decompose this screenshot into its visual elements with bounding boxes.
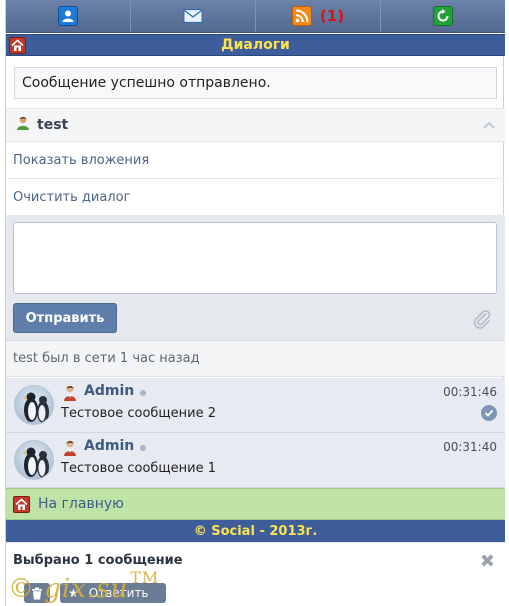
avatar — [14, 385, 54, 425]
online-dot-icon — [140, 445, 146, 451]
close-icon[interactable]: ✖ — [480, 551, 495, 572]
online-dot-icon — [140, 390, 146, 396]
footer-copyright: © Social - 2013г. — [6, 520, 505, 542]
profile-icon — [58, 6, 78, 26]
dialog-username: test — [37, 117, 69, 133]
nav-refresh-button[interactable] — [381, 0, 505, 32]
page: (1) Диалоги Сообщение успешно отправлено… — [5, 0, 505, 606]
send-button[interactable]: Отправить — [13, 303, 117, 333]
message-text: Тестовое сообщение 2 — [61, 406, 217, 421]
message-composer: Отправить — [6, 216, 505, 341]
online-status: test был в сети 1 час назад — [6, 341, 505, 377]
clear-dialog-link[interactable]: Очистить диалог — [6, 179, 505, 216]
message-item[interactable]: Admin 00:31:40 Тестовое сообщение 1 — [6, 433, 505, 488]
watermark-text: © gix.su — [8, 574, 129, 604]
success-notice: Сообщение успешно отправлено. — [14, 67, 497, 99]
admin-user-icon — [62, 439, 78, 461]
watermark-logo: © gix.su TM — [8, 568, 159, 604]
page-title: Диалоги — [221, 37, 290, 53]
top-navigation: (1) — [6, 0, 505, 33]
message-author[interactable]: Admin — [84, 438, 134, 454]
nav-mail-button[interactable] — [131, 0, 256, 32]
mail-icon — [183, 6, 203, 26]
home-link-label: На главную — [38, 496, 124, 512]
selection-count: Выбрано 1 сообщение — [13, 553, 183, 568]
title-bar: Диалоги — [6, 34, 505, 56]
show-attachments-link[interactable]: Показать вложения — [6, 142, 505, 179]
home-link[interactable]: На главную — [6, 488, 505, 520]
collapse-chevron-icon[interactable] — [482, 118, 496, 134]
home-icon — [13, 495, 30, 513]
user-icon — [15, 115, 31, 135]
dialog-user-row[interactable]: test — [6, 108, 505, 142]
refresh-icon — [433, 6, 453, 26]
avatar — [14, 440, 54, 480]
selected-check-icon[interactable] — [481, 405, 497, 421]
feed-count-badge: (1) — [319, 7, 345, 25]
home-icon[interactable] — [9, 37, 26, 54]
message-text: Тестовое сообщение 1 — [61, 461, 217, 476]
message-time: 00:31:40 — [443, 440, 497, 454]
message-time: 00:31:46 — [443, 385, 497, 399]
rss-icon — [291, 6, 312, 26]
nav-profile-button[interactable] — [6, 0, 131, 32]
paperclip-icon[interactable] — [471, 308, 493, 330]
message-author[interactable]: Admin — [84, 383, 134, 399]
admin-user-icon — [62, 384, 78, 406]
nav-feed-button[interactable]: (1) — [256, 0, 381, 32]
watermark-tm: TM — [130, 568, 160, 587]
message-input[interactable] — [13, 222, 497, 294]
message-item[interactable]: Admin 00:31:46 Тестовое сообщение 2 — [6, 378, 505, 433]
